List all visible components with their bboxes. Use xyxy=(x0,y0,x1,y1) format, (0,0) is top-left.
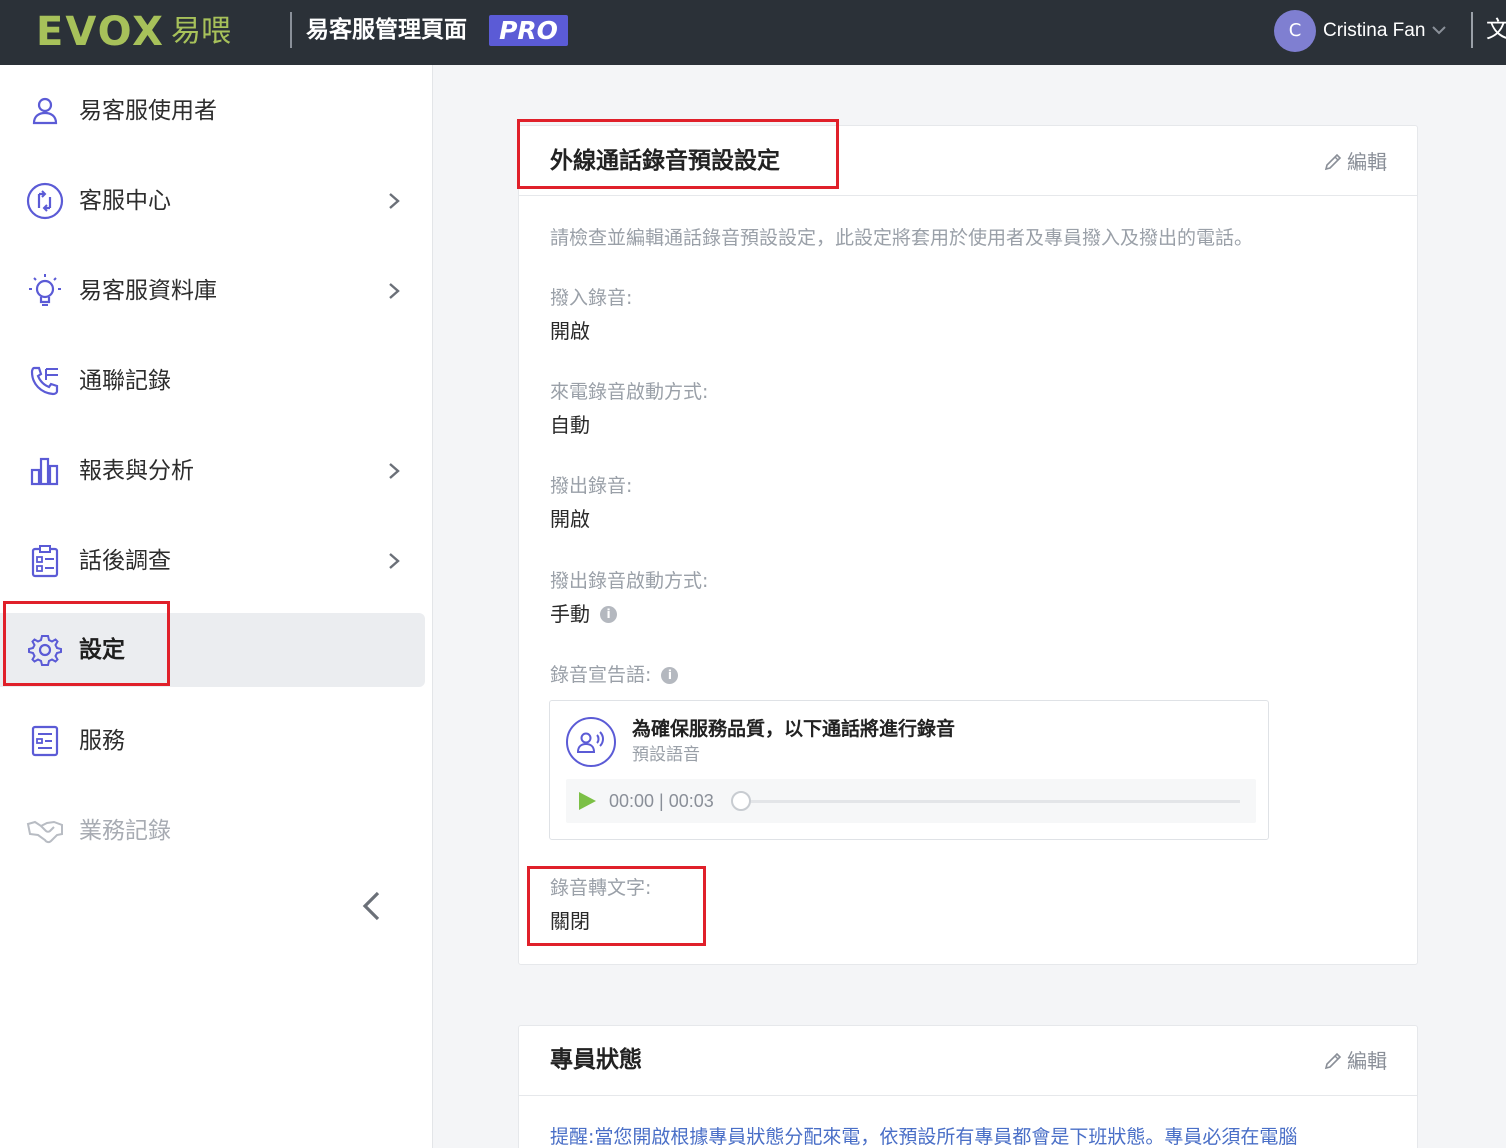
sidebar-item-label: 服務 xyxy=(79,728,125,754)
call-center-icon xyxy=(26,182,64,220)
field-label-announcement: 錄音宣告語: i xyxy=(550,661,679,689)
card-title: 外線通話錄音預設設定 xyxy=(550,148,780,174)
field-value-inbound-start-mode: 自動 xyxy=(550,413,590,437)
field-label-outbound-start-mode: 撥出錄音啟動方式: xyxy=(550,570,709,592)
sidebar-item-label: 業務記錄 xyxy=(79,818,171,844)
agent-status-reminder: 提醒:當您開啟根據專員狀態分配來電，依預設所有專員都會是下班狀態。專員必須在電腦 xyxy=(550,1126,1298,1148)
sidebar-item-settings[interactable]: 設定 xyxy=(0,613,425,687)
card-description: 請檢查並編輯通話錄音預設設定，此設定將套用於使用者及專員撥入及撥出的電話。 xyxy=(550,227,1254,249)
field-label-transcription: 錄音轉文字: xyxy=(550,877,652,899)
topbar-divider-right xyxy=(1471,12,1473,48)
pro-badge: PRO xyxy=(489,15,568,46)
user-icon xyxy=(26,92,64,130)
audio-player: 00:00 | 00:03 xyxy=(566,779,1256,823)
edit-button[interactable]: 編輯 xyxy=(1323,147,1387,177)
field-label-inbound-recording: 撥入錄音: xyxy=(550,287,633,309)
sidebar-item-label: 報表與分析 xyxy=(79,458,194,484)
sidebar-item-call-log[interactable]: 通聯記錄 xyxy=(0,344,425,418)
audio-subtitle: 預設語音 xyxy=(632,745,700,765)
chevron-right-icon xyxy=(389,553,400,569)
phone-log-icon xyxy=(26,362,64,400)
lightbulb-icon xyxy=(26,272,64,310)
sidebar-item-knowledge-base[interactable]: 易客服資料庫 xyxy=(0,254,425,328)
avatar[interactable]: C xyxy=(1274,10,1316,52)
document-icon xyxy=(26,722,64,760)
evox-logo[interactable]: EVOX 易喂 xyxy=(36,12,231,52)
edit-label: 編輯 xyxy=(1347,150,1387,174)
chevron-right-icon xyxy=(389,463,400,479)
card-header: 外線通話錄音預設設定 編輯 xyxy=(519,126,1417,196)
pencil-icon xyxy=(1324,153,1342,171)
chevron-right-icon xyxy=(389,283,400,299)
seek-handle[interactable] xyxy=(731,791,751,811)
announcement-audio-box: 為確保服務品質，以下通話將進行錄音 預設語音 00:00 | 00:03 xyxy=(549,700,1269,840)
collapse-sidebar-icon[interactable] xyxy=(355,887,389,925)
sidebar-item-survey[interactable]: 話後調查 xyxy=(0,524,425,598)
sidebar-item-label: 通聯記錄 xyxy=(79,368,171,394)
field-value-outbound-recording: 開啟 xyxy=(550,507,590,531)
agent-status-card: 專員狀態 編輯 提醒:當您開啟根據專員狀態分配來電，依預設所有專員都會是下班狀態… xyxy=(518,1025,1418,1148)
announcement-label-text: 錄音宣告語: xyxy=(550,664,652,686)
info-icon[interactable]: i xyxy=(600,605,617,623)
sidebar-item-label: 易客服使用者 xyxy=(79,98,217,124)
edit-button[interactable]: 編輯 xyxy=(1323,1046,1387,1076)
sidebar-item-reports[interactable]: 報表與分析 xyxy=(0,434,425,508)
card-header: 專員狀態 編輯 xyxy=(519,1026,1417,1096)
logo-chinese: 易喂 xyxy=(171,14,231,49)
seek-bar[interactable] xyxy=(751,800,1240,803)
logo-wordmark: EVOX xyxy=(36,9,165,55)
pencil-icon xyxy=(1324,1052,1342,1070)
sidebar-item-call-center[interactable]: 客服中心 xyxy=(0,164,425,238)
page-title: 易客服管理頁面 xyxy=(306,17,467,43)
recording-settings-card: 外線通話錄音預設設定 編輯 請檢查並編輯通話錄音預設設定，此設定將套用於使用者及… xyxy=(518,125,1418,965)
bar-chart-icon xyxy=(26,452,64,490)
card-title: 專員狀態 xyxy=(550,1047,642,1073)
play-icon[interactable] xyxy=(576,790,598,812)
voice-announcement-icon xyxy=(566,717,616,767)
edit-label: 編輯 xyxy=(1347,1049,1387,1073)
field-label-outbound-recording: 撥出錄音: xyxy=(550,475,633,497)
sidebar-item-label: 話後調查 xyxy=(79,548,171,574)
sidebar-item-label: 客服中心 xyxy=(79,188,171,214)
field-value-inbound-recording: 開啟 xyxy=(550,319,590,343)
sidebar-item-business-records[interactable]: 業務記錄 xyxy=(0,794,425,868)
field-value-transcription: 關閉 xyxy=(550,909,590,933)
sidebar-item-label: 設定 xyxy=(79,637,125,663)
sidebar-item-label: 易客服資料庫 xyxy=(79,278,217,304)
info-icon[interactable]: i xyxy=(661,666,679,684)
top-bar: EVOX 易喂 易客服管理頁面 PRO C Cristina Fan 文 xyxy=(0,0,1506,65)
user-name[interactable]: Cristina Fan xyxy=(1323,16,1425,46)
gear-icon xyxy=(26,631,64,669)
clipboard-icon xyxy=(26,542,64,580)
sidebar-item-service[interactable]: 服務 xyxy=(0,704,425,778)
field-label-inbound-start-mode: 來電錄音啟動方式: xyxy=(550,381,709,403)
sidebar: 易客服使用者 客服中心 易客服資料庫 通聯記錄 報表與分析 話後調查 設定 服務… xyxy=(0,65,433,1148)
chevron-down-icon[interactable] xyxy=(1430,20,1448,40)
audio-title: 為確保服務品質，以下通話將進行錄音 xyxy=(632,718,956,740)
outbound-start-mode-text: 手動 xyxy=(550,602,590,626)
chevron-right-icon xyxy=(389,193,400,209)
audio-time: 00:00 | 00:03 xyxy=(609,791,714,811)
field-value-outbound-start-mode: 手動 i xyxy=(550,599,617,629)
sidebar-item-users[interactable]: 易客服使用者 xyxy=(0,74,425,148)
topbar-divider xyxy=(290,12,292,48)
language-icon[interactable]: 文 xyxy=(1486,14,1506,46)
handshake-icon xyxy=(26,812,64,850)
